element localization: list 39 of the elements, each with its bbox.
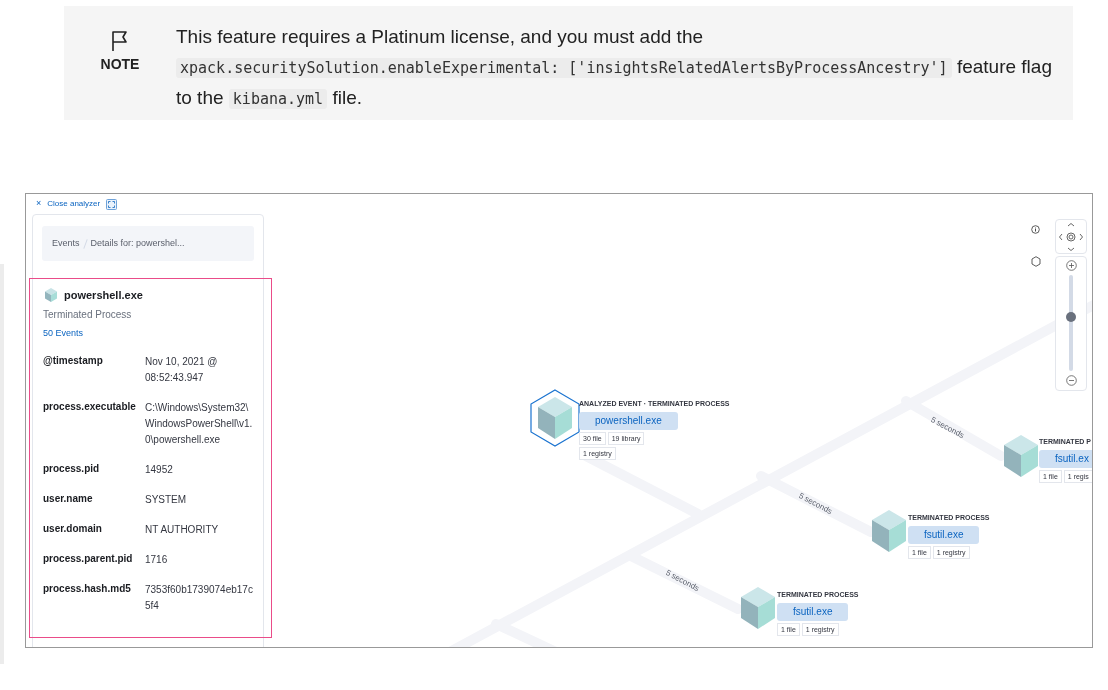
fullscreen-icon[interactable] [106, 198, 118, 210]
info-icon[interactable] [1031, 225, 1040, 234]
field-key: user.name [43, 492, 145, 508]
zoom-slider-track[interactable] [1069, 275, 1073, 371]
cube-icon [43, 287, 59, 304]
process-node-button[interactable]: fsutil.ex [1039, 449, 1092, 468]
process-node-button[interactable]: fsutil.exe [777, 602, 849, 621]
field-value: C:\Windows\System32\WindowsPowerShell\v1.0\powershell.exe [145, 401, 253, 447]
field-value: NT AUTHORITY [145, 523, 220, 537]
zoom-slider-thumb[interactable] [1066, 311, 1076, 322]
pan-control[interactable] [1055, 219, 1087, 254]
field-value: SYSTEM [145, 493, 188, 507]
zoom-out-icon[interactable] [1065, 375, 1077, 386]
field-value: 7353f60b1739074eb17c5f4 [145, 583, 253, 613]
note-text: This feature requires a Platinum license, and you must add the xpack.securitySolution.enableExperimental: ['insightsRelatedAlertsByProcessAncestry'] feature flag to the kibana.yml file. [176, 25, 1053, 111]
process-node-button[interactable]: powershell.exe [579, 411, 678, 430]
process-node-button[interactable]: fsutil.exe [908, 525, 980, 544]
zoom-in-icon[interactable] [1065, 260, 1077, 271]
events-link[interactable]: 50 Events [43, 326, 253, 340]
process-state: Terminated Process [43, 307, 133, 322]
cube-node-icon[interactable] [529, 389, 581, 447]
breadcrumb[interactable]: Details for: powershel... [90, 236, 185, 251]
close-analyzer-button[interactable]: × Close analyzer [36, 197, 101, 211]
field-key: process.executable [43, 400, 145, 448]
field-key: process.pid [43, 462, 145, 478]
hexagon-icon[interactable] [1031, 256, 1041, 267]
field-key: process.parent.pid [43, 552, 145, 568]
field-value: 14952 [145, 463, 174, 477]
field-key: @timestamp [43, 354, 145, 386]
field-value: Nov 10, 2021 @ 08:52:43.947 [145, 355, 219, 385]
flag-icon [111, 30, 129, 52]
process-name: powershell.exe [64, 288, 143, 303]
field-value: 1716 [145, 553, 169, 567]
field-key: process.hash.md5 [43, 582, 145, 614]
pan-arrows-icon [1059, 221, 1083, 252]
close-icon: × [36, 197, 42, 211]
breadcrumb[interactable]: Events [52, 236, 80, 251]
note-label: NOTE [100, 55, 140, 74]
field-key: user.domain [43, 522, 145, 538]
